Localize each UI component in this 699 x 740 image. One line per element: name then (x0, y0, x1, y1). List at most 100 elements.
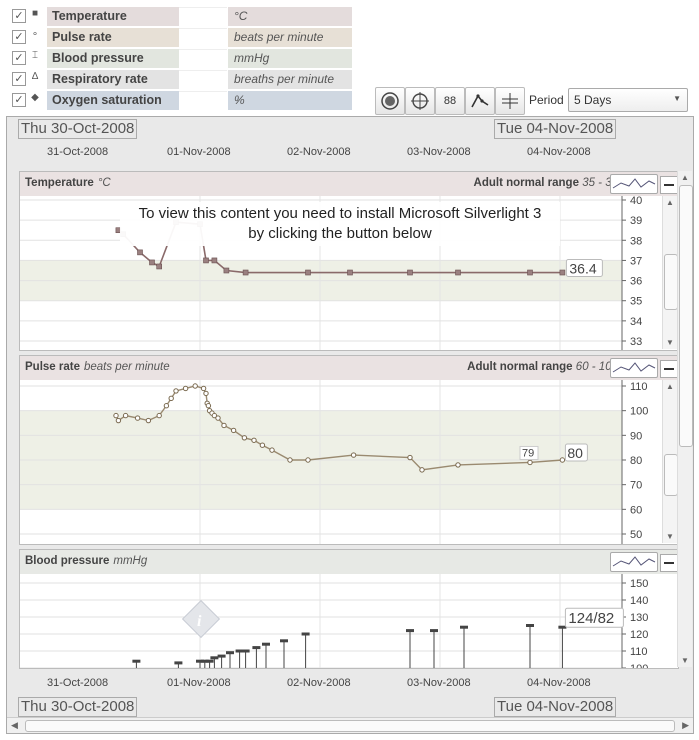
pulse-point (259, 442, 266, 448)
top-date-tick: 01-Nov-2008 (167, 146, 231, 158)
temperature-point (242, 269, 249, 276)
values-button[interactable]: 88 (435, 87, 465, 115)
legend-row-resp: ✓ ∆ Respiratory rate breaths per minute (10, 70, 352, 90)
bp-panel: Blood pressuremmHg 100 110 120 130 140 150 124… (19, 549, 679, 669)
bp-cap (430, 629, 438, 633)
pulse-point (527, 459, 533, 466)
record-icon (381, 92, 399, 110)
legend-value-bp (179, 49, 227, 69)
pulse-point (455, 462, 461, 468)
silverlight-message: To view this content you need to install… (120, 202, 560, 246)
pulse-point (419, 467, 425, 473)
temperature-scrollbar[interactable]: ▲ ▼ (662, 196, 678, 349)
legend-label-pulse: Pulse rate (47, 28, 182, 47)
bottom-date-tick: 01-Nov-2008 (167, 677, 231, 689)
top-date-tick: 31-Oct-2008 (47, 146, 109, 158)
legend-checkbox-o2[interactable]: ✓ (12, 93, 26, 107)
bp-sparkline-button[interactable] (610, 552, 658, 572)
scroll-left-icon: ◀ (11, 720, 18, 730)
start-date-top: Thu 30-Oct-2008 (18, 119, 138, 139)
y-tick-label: 110 (630, 381, 648, 393)
bp-cap (217, 654, 226, 658)
pulse-point (200, 385, 207, 392)
pulse-minimize-button[interactable] (660, 360, 678, 378)
silverlight-message-line2: by clicking the button below (248, 225, 432, 242)
bp-minimize-button[interactable] (660, 554, 678, 572)
pulse-point (269, 447, 275, 453)
pulse-latest-label: 80 (567, 445, 583, 461)
y-tick-label: 50 (630, 529, 642, 541)
record-button[interactable] (375, 87, 405, 115)
o2-symbol-icon: ◆ (31, 92, 39, 103)
grid-icon (502, 93, 518, 109)
bp-cap (406, 629, 414, 633)
temperature-scroll-thumb[interactable] (664, 254, 678, 310)
temperature-point (527, 269, 533, 276)
y-tick-label: 110 (630, 646, 648, 658)
bp-cap (205, 659, 214, 663)
pulse-scroll-thumb[interactable] (664, 454, 678, 496)
pulse-point (192, 383, 198, 389)
pulse-scrollbar[interactable]: ▲ ▼ (662, 380, 678, 543)
pulse-point (145, 417, 152, 424)
pulse-point (173, 388, 179, 394)
main-vertical-scrollbar[interactable]: ▲ ▼ (677, 171, 693, 667)
horizontal-scroll-thumb[interactable] (25, 720, 675, 732)
legend-unit-bp: mmHg (228, 49, 352, 68)
y-tick-label: 60 (630, 504, 642, 516)
period-select[interactable]: 5 Days ▼ (568, 88, 688, 112)
horizontal-scrollbar[interactable]: ◀ ▶ (7, 717, 693, 733)
legend-checkbox-pulse[interactable]: ✓ (12, 30, 26, 44)
pulse-symbol-icon: ∘ (31, 29, 39, 40)
legend-value-temperature (179, 7, 227, 27)
y-tick-label: 90 (630, 430, 642, 442)
y-tick-label: 38 (630, 235, 642, 247)
bp-cap (252, 646, 261, 650)
y-tick-label: 70 (630, 480, 642, 492)
top-date-tick: 02-Nov-2008 (287, 146, 351, 158)
pulse-point (287, 457, 293, 463)
legend-checkbox-bp[interactable]: ✓ (12, 51, 26, 65)
legend-row-temperature: ✓ ■ Temperature °C (10, 7, 352, 27)
pulse-point (350, 452, 357, 458)
bp-symbol-icon: ⌶ (32, 50, 38, 61)
temperature-point (559, 269, 566, 276)
pulse-point (215, 415, 221, 421)
pulse-sparkline-button[interactable] (610, 358, 658, 378)
temperature-symbol-icon: ■ (31, 8, 39, 19)
y-tick-label: 35 (630, 296, 642, 308)
legend-row-bp: ✓ ⌶ Blood pressure mmHg (10, 49, 352, 69)
scroll-up-icon: ▲ (666, 382, 674, 391)
temperature-sparkline-button[interactable] (610, 174, 658, 194)
legend-label-bp: Blood pressure (47, 49, 182, 68)
legend-checkbox-resp[interactable]: ✓ (12, 72, 26, 86)
grid-button[interactable] (495, 87, 525, 115)
temperature-minimize-button[interactable] (660, 176, 678, 194)
bp-cap (241, 649, 250, 653)
legend-row-o2: ✓ ◆ Oxygen saturation % (10, 91, 352, 111)
bp-cap (301, 632, 310, 636)
y-tick-label: 120 (630, 629, 648, 641)
end-date-top: Tue 04-Nov-2008 (494, 119, 617, 139)
pulse-point (156, 412, 162, 419)
y-tick-label: 80 (630, 455, 642, 467)
y-tick-label: 40 (630, 196, 642, 207)
temperature-point (455, 269, 461, 276)
silverlight-message-line1: To view this content you need to install… (138, 205, 542, 222)
legend-checkbox-temperature[interactable]: ✓ (12, 9, 26, 23)
temperature-point (407, 269, 413, 276)
y-tick-label: 150 (630, 578, 648, 590)
temperature-panel-title: Temperature °C (25, 177, 111, 189)
pulse-point (182, 385, 189, 392)
line-mode-button[interactable] (465, 87, 495, 115)
temperature-point (223, 267, 230, 274)
start-date-bottom: Thu 30-Oct-2008 (18, 697, 138, 717)
legend-label-temperature: Temperature (47, 7, 182, 26)
temperature-point (305, 269, 311, 276)
temperature-point (347, 269, 353, 276)
pulse-marker-label: 79 (522, 447, 534, 459)
main-scroll-thumb[interactable] (679, 185, 693, 447)
pulse-point (241, 435, 248, 441)
temperature-panel: Temperature °C Adult normal range 35 - 37… (19, 171, 679, 351)
crosshair-button[interactable] (405, 87, 435, 115)
